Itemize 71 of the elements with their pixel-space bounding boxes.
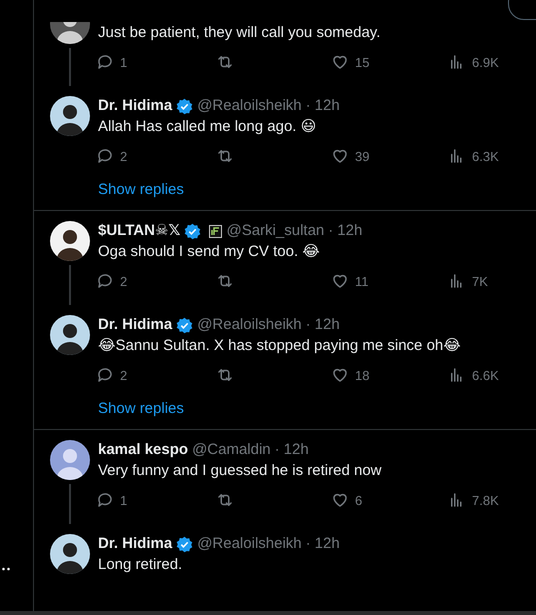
post-text: Very funny and I guessed he is retired now — [98, 461, 383, 481]
avatar[interactable] — [50, 440, 90, 480]
show-replies-link[interactable]: Show replies — [98, 180, 536, 200]
view-count: 6.9K — [472, 54, 499, 70]
separator-dot: · — [274, 440, 280, 460]
post-text: Allah Has called me long ago. 😃 — [98, 117, 318, 137]
repost-icon[interactable] — [216, 53, 234, 71]
author-handle[interactable]: @Camaldin — [192, 440, 271, 460]
post-time[interactable]: 12h — [284, 440, 309, 460]
like-icon[interactable] — [331, 366, 349, 384]
author-name[interactable]: Dr. Hidima — [98, 315, 172, 335]
reply-count: 2 — [120, 274, 128, 288]
post-time[interactable]: 12h — [337, 221, 362, 241]
post-text: Long retired. — [98, 555, 184, 575]
verified-badge-icon — [176, 98, 194, 114]
author-handle[interactable]: @Realoilsheikh — [197, 534, 302, 554]
author-handle[interactable]: @Sarki_sultan — [226, 221, 324, 241]
separator-dot: · — [306, 534, 311, 554]
repost-icon[interactable] — [216, 147, 234, 165]
like-icon[interactable] — [331, 272, 349, 290]
like-count: 11 — [355, 274, 368, 288]
separator-dot: · — [306, 315, 311, 335]
verified-badge-icon — [176, 316, 194, 334]
separator-dot: · — [328, 221, 334, 241]
reply-icon[interactable] — [96, 53, 114, 71]
repost-icon[interactable] — [216, 272, 234, 290]
verified-badge-icon — [184, 222, 202, 240]
like-icon[interactable] — [331, 491, 349, 509]
reply-count: 2 — [120, 368, 128, 382]
affiliate-badge-icon — [209, 224, 222, 238]
post-text: Oga should I send my CV too. 😂 — [98, 242, 321, 262]
like-count: 15 — [355, 54, 370, 70]
scrollbar[interactable] — [0, 611, 536, 615]
view-count: 6.3K — [472, 148, 499, 164]
show-replies-link[interactable]: Show replies — [98, 399, 536, 419]
separator-dot: · — [306, 96, 311, 116]
reply-icon[interactable] — [96, 366, 114, 384]
repost-icon[interactable] — [216, 491, 234, 509]
reply-count: 2 — [120, 148, 128, 164]
like-count: 39 — [355, 148, 370, 164]
author-handle[interactable]: @Realoilsheikh — [197, 315, 302, 335]
avatar[interactable] — [50, 22, 90, 44]
like-icon[interactable] — [331, 53, 349, 71]
reply-icon[interactable] — [96, 272, 114, 290]
author-name[interactable]: kamal kespo — [98, 440, 188, 460]
repost-icon[interactable] — [216, 366, 234, 384]
avatar[interactable] — [50, 315, 90, 355]
view-count: 7.8K — [472, 492, 499, 508]
more-icon[interactable] — [2, 567, 10, 571]
post-time[interactable]: 12h — [314, 315, 340, 335]
like-count: 18 — [355, 368, 370, 382]
view-count: 7K — [472, 274, 488, 288]
reply-icon[interactable] — [96, 147, 114, 165]
post-text: 😂Sannu Sultan. X has stopped paying me since oh😂 — [98, 336, 462, 356]
author-handle[interactable]: @Realoilsheikh — [197, 96, 302, 116]
avatar[interactable] — [50, 96, 90, 136]
avatar[interactable] — [50, 534, 90, 574]
reply-icon[interactable] — [96, 491, 114, 509]
author-name[interactable]: $ULTAN☠𝕏 — [98, 221, 180, 241]
author-name[interactable]: Dr. Hidima — [98, 96, 172, 116]
avatar[interactable] — [50, 221, 90, 261]
view-count: 6.6K — [472, 368, 499, 382]
author-name[interactable]: Dr. Hidima — [98, 534, 172, 554]
post-time[interactable]: 12h — [314, 96, 340, 116]
verified-badge-icon — [176, 536, 194, 552]
post-time[interactable]: 12h — [314, 534, 340, 554]
reply-count: 1 — [120, 492, 128, 508]
like-icon[interactable] — [331, 147, 349, 165]
like-count: 6 — [355, 492, 362, 508]
post-text: Just be patient, they will call you someday. — [98, 23, 382, 43]
reply-count: 1 — [120, 54, 128, 70]
